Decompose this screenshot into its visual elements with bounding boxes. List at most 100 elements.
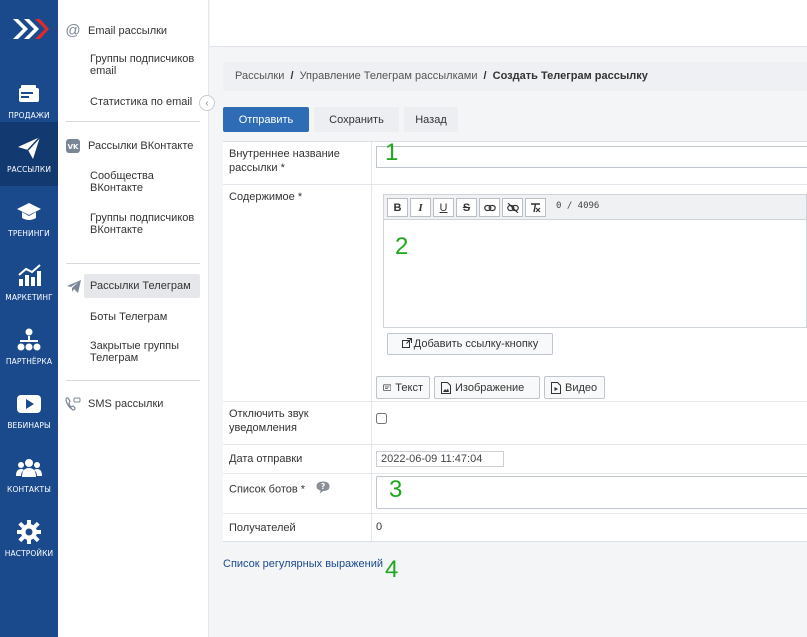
svg-text:VK: VK: [68, 143, 79, 151]
submenu-label: Рассылки ВКонтакте: [88, 140, 194, 152]
graduation-cap-icon: [17, 202, 41, 220]
breadcrumb-mailings[interactable]: Рассылки: [235, 70, 284, 82]
submenu-label: Рассылки Телеграм: [90, 280, 191, 292]
annotation-number: 4: [385, 556, 399, 583]
text-type-label: Текст: [395, 381, 423, 394]
breadcrumb-separator: /: [483, 70, 487, 82]
nav-item-mailings[interactable]: РАССЫЛКИ: [0, 122, 58, 186]
link-icon: [483, 204, 496, 211]
nav-item-contacts[interactable]: КОНТАКТЫ: [0, 442, 58, 506]
annotation-number: 2: [395, 233, 409, 260]
content-editor[interactable]: [383, 220, 807, 328]
submenu-label: Email рассылки: [88, 24, 168, 37]
nav-item-trainings[interactable]: ТРЕНИНГИ: [0, 186, 58, 250]
nav-item-settings[interactable]: НАСТРОЙКИ: [0, 506, 58, 570]
add-link-label: Добавить ссылку-кнопку: [413, 338, 539, 350]
breadcrumb-separator: /: [290, 70, 294, 82]
send-date-label: Дата отправки: [229, 453, 303, 465]
column-divider: [371, 445, 372, 473]
nav-label: ПРОДАЖИ: [8, 110, 50, 120]
video-type-label: Видео: [565, 381, 598, 394]
italic-button[interactable]: I: [410, 198, 431, 217]
divider: [66, 263, 200, 264]
paper-plane-icon: [18, 135, 41, 159]
nav-item-webinars[interactable]: ВЕБИНАРЫ: [0, 378, 58, 442]
submenu-email-groups[interactable]: Группы подписчиков email: [90, 53, 200, 77]
image-type-label: Изображение: [455, 381, 525, 394]
svg-text:?: ?: [321, 482, 325, 491]
nav-label: ВЕБИНАРЫ: [7, 420, 51, 430]
logo-icon[interactable]: [0, 0, 58, 58]
bot-list-label-text: Список ботов *: [229, 483, 306, 496]
users-icon: [16, 458, 42, 477]
save-button[interactable]: Сохранить: [314, 107, 399, 132]
submenu-email-stats[interactable]: Статистика по email: [90, 96, 200, 108]
collapse-sidebar-button[interactable]: ‹: [199, 95, 215, 111]
external-link-icon: [401, 337, 412, 351]
breadcrumb-current: Создать Телеграм рассылку: [492, 70, 648, 82]
regex-list-link[interactable]: Список регулярных выражений: [223, 558, 383, 570]
text-type-button[interactable]: Текст: [376, 376, 430, 399]
phone-message-icon: [58, 397, 88, 411]
link-button[interactable]: [479, 198, 500, 217]
internal-name-label: Внутреннее название рассылки *: [229, 148, 340, 174]
submenu-sms-mailings[interactable]: SMS рассылки: [58, 397, 209, 411]
annotation-number: 1: [385, 139, 399, 166]
video-type-button[interactable]: Видео: [544, 376, 605, 399]
mute-checkbox[interactable]: [376, 413, 387, 424]
divider: [66, 380, 200, 381]
column-divider: [371, 185, 372, 401]
column-divider: [371, 142, 372, 184]
gear-icon: [17, 519, 41, 544]
unlink-icon: [506, 202, 519, 213]
strikethrough-button[interactable]: S: [456, 198, 477, 217]
nav-item-marketing[interactable]: МАРКЕТИНГ: [0, 250, 58, 314]
nav-label: КОНТАКТЫ: [7, 484, 51, 494]
row-bot-list: Список ботов * ?: [223, 474, 807, 514]
chevron-left-icon: ‹: [205, 97, 209, 109]
recipients-value: 0: [376, 521, 383, 533]
send-button[interactable]: Отправить: [223, 107, 309, 132]
row-internal-name: Внутреннее название рассылки *: [223, 142, 807, 185]
nav-item-partners[interactable]: ПАРТНЁРКА: [0, 314, 58, 378]
at-icon: @: [65, 22, 81, 39]
submenu-email-mailings[interactable]: @ Email рассылки: [58, 22, 209, 39]
help-icon[interactable]: ?: [316, 481, 330, 498]
underline-button[interactable]: U: [433, 198, 454, 217]
mute-label: Отключить звук уведомления: [229, 408, 309, 434]
editor-toolbar: B I U S 0 / 4096: [383, 194, 807, 220]
content-label: Содержимое *: [229, 191, 303, 203]
submenu-label: SMS рассылки: [88, 398, 164, 410]
back-button[interactable]: Назад: [404, 107, 458, 132]
clear-format-button[interactable]: [525, 198, 546, 217]
play-icon: [17, 394, 41, 413]
unlink-button[interactable]: [502, 198, 523, 217]
column-divider: [371, 514, 372, 541]
submenu-vk-mailings[interactable]: VK Рассылки ВКонтакте: [58, 139, 209, 153]
submenu-telegram-bots[interactable]: Боты Телеграм: [90, 311, 200, 323]
image-file-icon: [441, 381, 451, 394]
bold-button[interactable]: B: [387, 198, 408, 217]
column-divider: [371, 474, 372, 513]
submenu-telegram-groups[interactable]: Закрытые группы Телеграм: [90, 340, 200, 364]
wallet-icon: [19, 84, 39, 102]
nav-label: РАССЫЛКИ: [6, 164, 52, 174]
character-counter: 0 / 4096: [556, 201, 600, 211]
add-link-button[interactable]: Добавить ссылку-кнопку: [387, 333, 553, 355]
nav-label: ТРЕНИНГИ: [8, 228, 50, 238]
internal-name-input[interactable]: [376, 146, 807, 168]
send-date-input[interactable]: 2022-06-09 11:47:04: [376, 451, 504, 467]
annotation-number: 3: [389, 476, 403, 503]
recipients-label: Получателей: [229, 522, 296, 534]
bot-list-select[interactable]: [376, 476, 807, 509]
breadcrumb-telegram-management[interactable]: Управление Телеграм рассылками: [300, 70, 478, 82]
submenu-telegram-mailings[interactable]: Рассылки Телеграм: [84, 274, 200, 298]
nav-label: МАРКЕТИНГ: [5, 292, 53, 302]
bar-chart-icon: [18, 263, 41, 286]
image-type-button[interactable]: Изображение: [434, 376, 540, 399]
submenu-vk-communities[interactable]: Сообщества ВКонтакте: [90, 170, 200, 194]
row-recipients: Получателей 0: [223, 514, 807, 542]
submenu: @ Email рассылки Группы подписчиков emai…: [58, 0, 209, 637]
breadcrumb: Рассылки / Управление Телеграм рассылкам…: [223, 62, 807, 91]
submenu-vk-groups[interactable]: Группы подписчиков ВКонтакте: [90, 212, 200, 236]
